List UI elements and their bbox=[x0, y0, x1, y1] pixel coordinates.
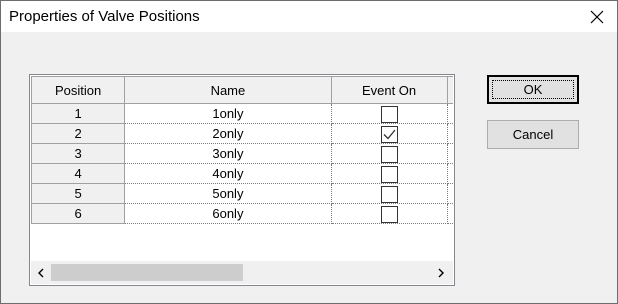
grid-header-row: Position Name Event On bbox=[31, 76, 453, 104]
spacer-cell bbox=[447, 203, 453, 224]
position-cell[interactable]: 5 bbox=[31, 183, 126, 204]
cancel-button-label: Cancel bbox=[512, 127, 554, 142]
valve-positions-grid: Position Name Event On 1 1only 2 2only 3 3onl… bbox=[29, 74, 455, 286]
column-header-spacer bbox=[446, 76, 453, 104]
grid-viewport: Position Name Event On 1 1only 2 2only 3 3onl… bbox=[31, 76, 453, 260]
position-cell[interactable]: 4 bbox=[31, 163, 126, 184]
close-button[interactable] bbox=[576, 1, 617, 32]
event-on-cell bbox=[331, 103, 448, 124]
event-on-checkbox[interactable] bbox=[380, 106, 398, 123]
column-header-position[interactable]: Position bbox=[31, 76, 126, 104]
column-header-event-on[interactable]: Event On bbox=[330, 76, 448, 104]
name-cell[interactable]: 2only bbox=[124, 123, 332, 144]
event-on-cell bbox=[331, 143, 448, 164]
window-title: Properties of Valve Positions bbox=[9, 8, 200, 25]
event-on-cell bbox=[331, 123, 448, 144]
event-on-cell bbox=[331, 163, 448, 184]
event-on-checkbox[interactable] bbox=[380, 206, 398, 223]
scroll-right-button[interactable] bbox=[431, 261, 451, 284]
table-row[interactable]: 4 4only bbox=[31, 163, 453, 184]
checkmark-icon bbox=[383, 129, 396, 140]
event-on-cell bbox=[331, 183, 448, 204]
ok-button[interactable]: OK bbox=[487, 75, 579, 104]
event-on-checkbox[interactable] bbox=[380, 186, 398, 203]
spacer-cell bbox=[447, 163, 453, 184]
spacer-cell bbox=[447, 143, 453, 164]
event-on-checkbox[interactable] bbox=[380, 146, 398, 163]
scroll-thumb[interactable] bbox=[51, 264, 243, 281]
horizontal-scrollbar[interactable] bbox=[31, 261, 453, 284]
chevron-right-icon bbox=[438, 268, 444, 277]
position-cell[interactable]: 6 bbox=[31, 203, 126, 224]
focus-ring bbox=[492, 80, 574, 99]
position-cell[interactable]: 2 bbox=[31, 123, 126, 144]
scroll-left-button[interactable] bbox=[31, 261, 51, 284]
table-row[interactable]: 1 1only bbox=[31, 103, 453, 124]
spacer-cell bbox=[447, 103, 453, 124]
table-row[interactable]: 5 5only bbox=[31, 183, 453, 204]
cancel-button[interactable]: Cancel bbox=[487, 120, 579, 149]
event-on-checkbox[interactable] bbox=[380, 166, 398, 183]
column-header-name[interactable]: Name bbox=[124, 76, 332, 104]
spacer-cell bbox=[447, 123, 453, 144]
table-row[interactable]: 2 2only bbox=[31, 123, 453, 144]
name-cell[interactable]: 3only bbox=[124, 143, 332, 164]
position-cell[interactable]: 3 bbox=[31, 143, 126, 164]
title-bar[interactable]: Properties of Valve Positions bbox=[1, 1, 617, 32]
event-on-checkbox[interactable] bbox=[380, 126, 398, 143]
name-cell[interactable]: 5only bbox=[124, 183, 332, 204]
close-icon bbox=[590, 10, 603, 23]
event-on-cell bbox=[331, 203, 448, 224]
chevron-left-icon bbox=[38, 268, 44, 277]
name-cell[interactable]: 1only bbox=[124, 103, 332, 124]
grid-table: Position Name Event On 1 1only 2 2only 3 3onl… bbox=[31, 76, 453, 224]
spacer-cell bbox=[447, 183, 453, 204]
table-row[interactable]: 6 6only bbox=[31, 203, 453, 224]
valve-positions-dialog: Properties of Valve Positions Position N… bbox=[0, 0, 618, 304]
name-cell[interactable]: 6only bbox=[124, 203, 332, 224]
table-row[interactable]: 3 3only bbox=[31, 143, 453, 164]
position-cell[interactable]: 1 bbox=[31, 103, 126, 124]
name-cell[interactable]: 4only bbox=[124, 163, 332, 184]
